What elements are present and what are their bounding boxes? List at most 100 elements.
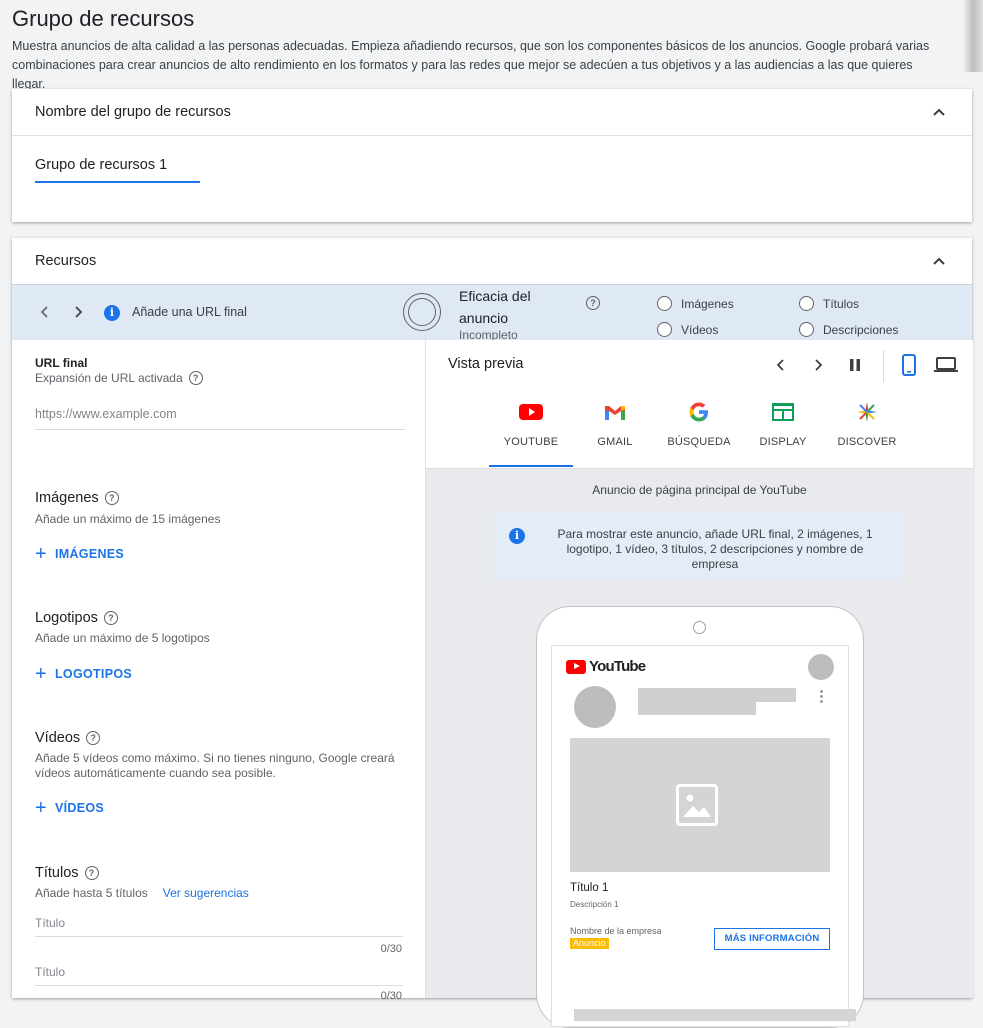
ad-badge: Anuncio [570,938,609,949]
status-message: Añade una URL final [132,305,247,319]
active-tab-indicator [489,465,573,467]
titles-section-title: Títulos ? [35,865,99,881]
unchecked-circle-icon [799,322,814,337]
ad-company: Nombre de la empresa [570,926,662,936]
help-icon[interactable]: ? [103,611,118,625]
help-icon[interactable]: ? [104,491,119,505]
desktop-device-icon[interactable] [934,356,958,374]
preview-info-banner: i Para mostrar este anuncio, añade URL f… [494,513,904,581]
phone-screen: YouTube Título 1 Descripción 1 Nombre de… [551,645,856,1027]
channel-avatar [574,686,616,728]
name-card-title: Nombre del grupo de recursos [35,104,231,120]
plus-icon: + [35,543,47,565]
unchecked-circle-icon [657,322,672,337]
ad-description: Descripción 1 [570,900,619,909]
plus-icon: + [35,797,47,819]
placeholder-bar [638,702,756,715]
avatar [808,654,834,680]
preview-panel: Vista previa YOUTUBE GMAIL BÚSQUEDA DISP… [425,340,973,1028]
resources-card: Recursos i Añade una URL final Eficacia … [12,238,973,1028]
input-underline [35,936,403,937]
preview-title: Vista previa [448,356,524,372]
add-images-button[interactable]: + IMÁGENES [35,543,124,565]
phone-mockup: YouTube Título 1 Descripción 1 Nombre de… [536,606,864,1028]
media-placeholder [570,738,830,872]
pause-icon[interactable] [848,358,862,372]
logos-hint: Añade un máximo de 5 logotipos [35,631,210,645]
input-underline [35,429,405,430]
plus-icon: + [35,663,47,685]
cta-button: MÁS INFORMACIÓN [714,928,830,950]
unchecked-circle-icon [799,296,814,311]
divider [883,350,884,382]
asset-group-name-card: Nombre del grupo de recursos Grupo de re… [12,89,972,222]
resources-card-title: Recursos [35,253,97,269]
youtube-icon [519,404,543,420]
tab-gmail[interactable]: GMAIL [573,398,657,448]
chevron-up-icon[interactable] [932,105,946,119]
placeholder-bar [574,1009,856,1021]
asset-group-name-input[interactable]: Grupo de recursos 1 [35,157,167,173]
ad-strength-bar: i Añade una URL final Eficacia del anunc… [12,284,972,342]
youtube-play-icon [566,659,586,674]
images-hint: Añade un máximo de 15 imágenes [35,512,221,526]
final-url-input[interactable]: https://www.example.com [35,407,177,421]
mobile-device-icon[interactable] [901,354,917,376]
discover-icon [857,402,877,422]
more-vert-icon [820,690,823,705]
resources-card-header[interactable]: Recursos [12,238,972,285]
display-icon [772,403,794,421]
ad-strength-title: Eficacia del anuncio [459,288,531,326]
chevron-left-icon[interactable] [38,305,52,319]
image-icon [676,784,718,826]
videos-section-title: Vídeos ? [35,730,101,746]
videos-hint: Añade 5 vídeos como máximo. Si no tienes… [35,751,395,780]
url-expansion-note: Expansión de URL activada ? [35,371,203,385]
check-images: Imágenes [657,296,734,311]
see-suggestions-link[interactable]: Ver sugerencias [163,886,249,900]
ad-strength-ring [403,293,441,331]
check-videos: Vídeos [657,322,718,337]
title-input-1[interactable]: Título [35,916,65,930]
chevron-right-icon[interactable] [71,305,85,319]
check-descriptions: Descripciones [799,322,898,337]
help-icon[interactable]: ? [586,296,600,310]
preview-info-text: Para mostrar este anuncio, añade URL fin… [557,527,873,571]
title-input-2[interactable]: Título [35,965,65,979]
preview-tabs: YOUTUBE GMAIL BÚSQUEDA DISPLAY DISCOVER [489,398,909,448]
page-description: Muestra anuncios de alta calidad a las p… [12,39,930,91]
chevron-left-icon[interactable] [774,358,788,372]
tab-discover[interactable]: DISCOVER [825,398,909,448]
add-videos-button[interactable]: + VÍDEOS [35,797,104,819]
ad-title: Título 1 [570,882,609,894]
images-section-title: Imágenes ? [35,490,119,506]
preview-canvas: Anuncio de página principal de YouTube i… [426,468,973,1028]
preview-caption: Anuncio de página principal de YouTube [592,483,807,497]
help-icon[interactable]: ? [188,371,203,385]
chevron-right-icon[interactable] [811,358,825,372]
placeholder-bar [638,688,796,702]
tab-youtube[interactable]: YOUTUBE [489,398,573,448]
page-title: Grupo de recursos [12,6,195,31]
help-icon[interactable]: ? [86,731,101,745]
help-icon[interactable]: ? [84,866,99,880]
input-underline [35,985,403,986]
char-counter-1: 0/30 [380,943,402,955]
name-card-header[interactable]: Nombre del grupo de recursos [12,89,972,136]
input-focus-underline [35,181,200,183]
final-url-label: URL final [35,356,88,370]
chevron-up-icon[interactable] [932,254,946,268]
logos-section-title: Logotipos ? [35,610,118,626]
unchecked-circle-icon [657,296,672,311]
youtube-logo: YouTube [566,658,646,675]
add-logos-button[interactable]: + LOGOTIPOS [35,663,132,685]
window-edge [963,0,983,72]
assets-form: URL final Expansión de URL activada ? ht… [12,340,425,1002]
gmail-icon [605,406,625,420]
tab-search[interactable]: BÚSQUEDA [657,398,741,448]
check-titles: Títulos [799,296,859,311]
info-icon: i [104,305,120,321]
info-icon: i [509,528,525,544]
titles-hint: Añade hasta 5 títulos Ver sugerencias [35,886,249,900]
tab-display[interactable]: DISPLAY [741,398,825,448]
